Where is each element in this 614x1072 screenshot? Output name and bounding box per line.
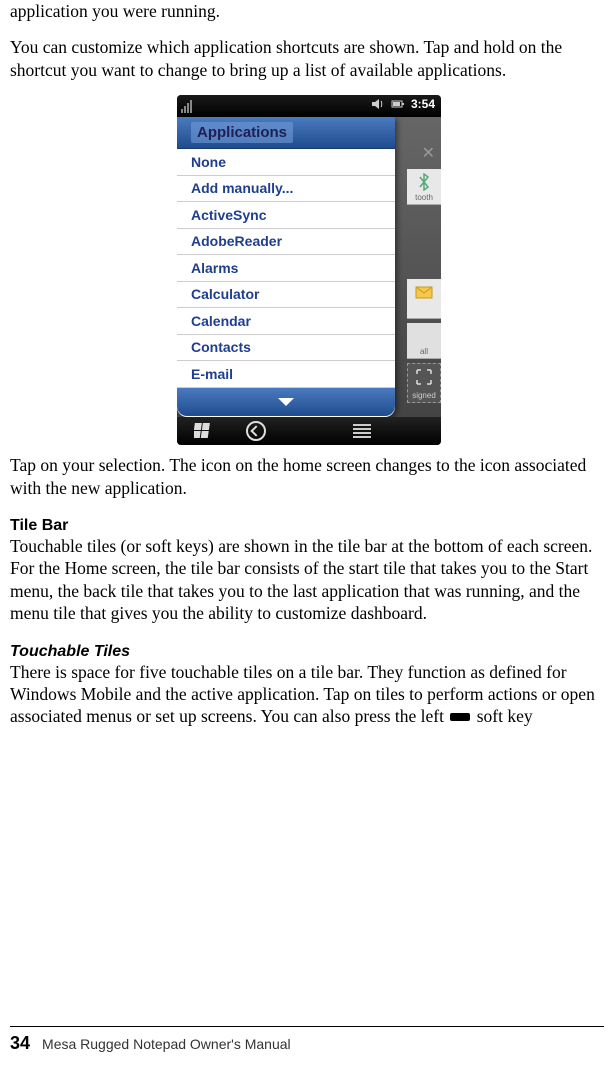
popup-item-none[interactable]: None xyxy=(177,149,395,176)
status-bar: 3:54 xyxy=(177,95,441,117)
start-tile[interactable] xyxy=(188,421,218,441)
soft-key-icon xyxy=(450,713,470,721)
spacer-tile xyxy=(294,421,324,441)
back-tile[interactable] xyxy=(241,421,271,441)
peek-item[interactable]: all xyxy=(407,323,441,359)
menu-tile[interactable] xyxy=(347,421,377,441)
text-run: soft key xyxy=(472,706,532,726)
scroll-down-button[interactable] xyxy=(177,388,395,416)
phone-frame: 3:54 ✕ tooth all xyxy=(177,95,441,445)
popup-item-alarms[interactable]: Alarms xyxy=(177,255,395,282)
battery-icon xyxy=(391,97,405,111)
back-arrow-icon xyxy=(246,421,266,441)
popup-item-calendar[interactable]: Calendar xyxy=(177,308,395,335)
signal-icon xyxy=(181,99,199,113)
popup-item-contacts[interactable]: Contacts xyxy=(177,335,395,362)
heading-tile-bar: Tile Bar xyxy=(10,517,608,535)
paragraph: You can customize which application shor… xyxy=(10,36,608,81)
mail-icon xyxy=(415,283,433,301)
peek-item[interactable]: tooth xyxy=(407,169,441,205)
popup-item-adobereader[interactable]: AdobeReader xyxy=(177,229,395,256)
bluetooth-icon xyxy=(415,173,433,191)
peek-item[interactable]: signed xyxy=(407,363,441,403)
popup-item-activesync[interactable]: ActiveSync xyxy=(177,202,395,229)
peek-label: all xyxy=(420,347,428,356)
speaker-icon xyxy=(371,97,385,111)
peek-label: tooth xyxy=(415,193,433,202)
paragraph: Tap on your selection. The icon on the h… xyxy=(10,454,608,499)
paragraph: Touchable tiles (or soft keys) are shown… xyxy=(10,535,608,625)
chevron-down-icon xyxy=(278,398,294,406)
page-footer: 34 Mesa Rugged Notepad Owner's Manual xyxy=(10,1026,604,1054)
clock-text: 3:54 xyxy=(411,97,435,111)
popup-header: Applications xyxy=(177,117,395,149)
windows-icon xyxy=(194,422,212,440)
paragraph: There is space for five touchable tiles … xyxy=(10,661,608,728)
popup-header-label: Applications xyxy=(191,122,293,143)
popup-item-add-manually[interactable]: Add manually... xyxy=(177,176,395,203)
popup-item-calculator[interactable]: Calculator xyxy=(177,282,395,309)
peek-item[interactable] xyxy=(407,279,441,319)
menu-icon xyxy=(353,422,371,440)
popup-list: None Add manually... ActiveSync AdobeRea… xyxy=(177,149,395,388)
paragraph: application you were running. xyxy=(10,0,608,22)
tile-bar xyxy=(177,417,441,445)
page-number: 34 xyxy=(10,1033,30,1054)
spacer-tile xyxy=(400,421,430,441)
footer-title: Mesa Rugged Notepad Owner's Manual xyxy=(42,1036,291,1052)
bracket-icon xyxy=(415,368,433,386)
popup-item-email[interactable]: E-mail xyxy=(177,361,395,388)
heading-touchable-tiles: Touchable Tiles xyxy=(10,643,608,661)
embedded-screenshot: 3:54 ✕ tooth all xyxy=(10,95,608,450)
applications-popup: Applications None Add manually... Active… xyxy=(177,117,395,417)
peek-label: signed xyxy=(412,391,436,400)
